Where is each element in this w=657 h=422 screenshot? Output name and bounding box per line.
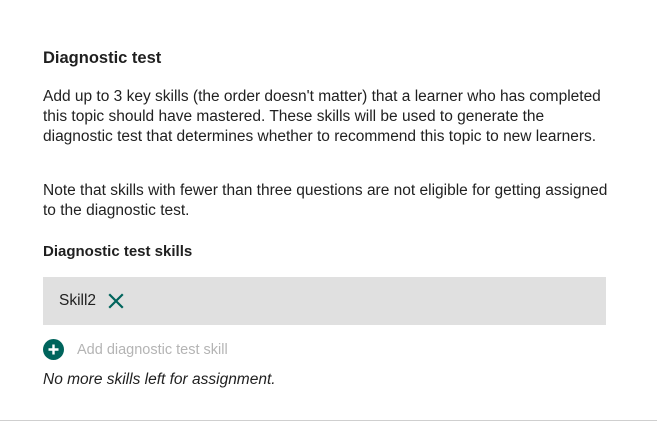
close-icon [108,293,124,309]
skill-name: Skill2 [59,292,97,309]
skills-heading: Diagnostic test skills [43,243,193,260]
diagnostic-test-panel: Diagnostic test Add up to 3 key skills (… [0,0,657,421]
section-title: Diagnostic test [43,49,162,67]
skill-item: Skill2 [43,277,606,325]
add-skill-label: Add diagnostic test skill [77,341,228,358]
eligibility-note: Note that skills with fewer than three q… [43,182,608,219]
plus-circle-icon [43,339,64,360]
no-more-skills-message: No more skills left for assignment. [43,371,276,388]
section-description: Add up to 3 key skills (the order doesn'… [43,88,601,145]
remove-skill-button[interactable] [107,292,125,310]
add-skill-button[interactable]: Add diagnostic test skill [43,339,228,360]
